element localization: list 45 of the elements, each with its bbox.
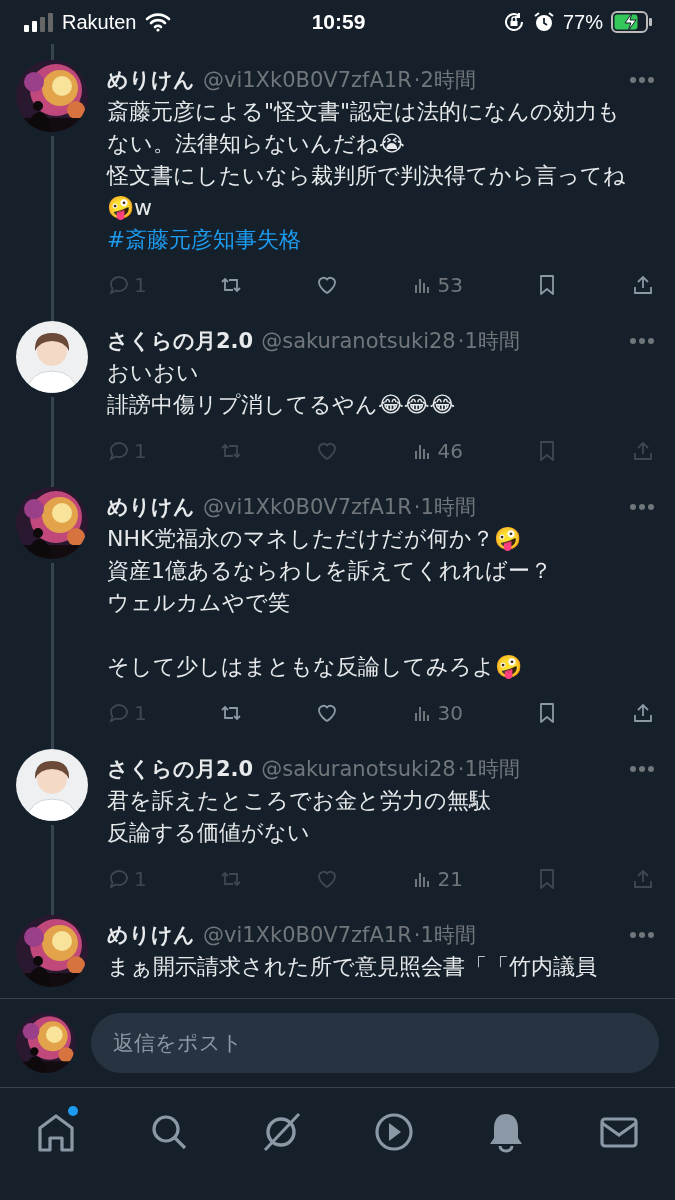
post-text: そして少しはまともな反論してみろよ🤪 <box>107 653 523 681</box>
post-text: 怪文書にしたいなら裁判所で判決得てから言ってね🤪w <box>107 162 627 222</box>
post-text: 誹謗中傷リプ消してるやん😂😂😂 <box>107 391 457 419</box>
alarm-icon <box>532 11 555 33</box>
post-text: NHK党福永のマネしただけだが何か？🤪 <box>107 525 523 553</box>
view-count: 46 <box>437 439 464 463</box>
user-name[interactable]: めりけん <box>107 493 195 521</box>
user-handle: @sakuranotsuki28 <box>261 757 456 781</box>
view-count: 21 <box>437 867 464 891</box>
clock-time: 10:59 <box>311 10 366 34</box>
view-count: 30 <box>437 701 464 725</box>
reply-field[interactable]: 返信をポスト <box>91 1013 659 1073</box>
user-name[interactable]: さくらの月2.0 <box>107 755 254 783</box>
post-text: 君を訴えたところでお金と労力の無駄 <box>107 787 492 815</box>
post-time: ·1時間 <box>413 922 476 949</box>
more-icon[interactable] <box>629 931 655 939</box>
user-name[interactable]: めりけん <box>107 921 195 949</box>
user-handle: @sakuranotsuki28 <box>261 329 456 353</box>
user-name[interactable]: さくらの月2.0 <box>107 327 254 355</box>
battery-charging-icon <box>611 11 653 33</box>
hashtag-link[interactable]: #斎藤元彦知事失格 <box>107 224 301 255</box>
more-icon[interactable] <box>629 76 655 84</box>
user-handle: @vi1Xk0B0V7zfA1R <box>203 923 412 947</box>
post-time: ·1時間 <box>413 494 476 521</box>
post-text: ウェルカムやで笑 <box>107 589 291 617</box>
battery-percent: 77% <box>562 10 603 34</box>
post-text: 資産1億あるならわしを訴えてくれればー？ <box>107 557 553 585</box>
post-text: おいおい <box>107 359 200 387</box>
more-icon[interactable] <box>629 765 655 773</box>
post-text: まぁ開示請求された所で意見照会書「「竹内議員 <box>107 953 598 981</box>
post-text: 反論する価値がない <box>107 819 311 847</box>
post-text: 斎藤元彦による"怪文書"認定は法的になんの効力もない。法律知らないんだね😭 <box>107 98 622 158</box>
wifi-icon <box>144 12 171 32</box>
user-handle: @vi1Xk0B0V7zfA1R <box>203 495 412 519</box>
more-icon[interactable] <box>629 337 655 345</box>
rotation-lock-icon <box>502 11 525 33</box>
user-name[interactable]: めりけん <box>107 66 195 94</box>
more-icon[interactable] <box>629 503 655 511</box>
carrier-name: Rakuten <box>62 10 137 34</box>
signal-icon <box>24 12 54 32</box>
post-time: ·2時間 <box>413 67 476 94</box>
post-time: ·1時間 <box>457 756 520 783</box>
user-handle: @vi1Xk0B0V7zfA1R <box>203 68 412 92</box>
view-count: 53 <box>437 273 464 297</box>
post-time: ·1時間 <box>457 328 520 355</box>
